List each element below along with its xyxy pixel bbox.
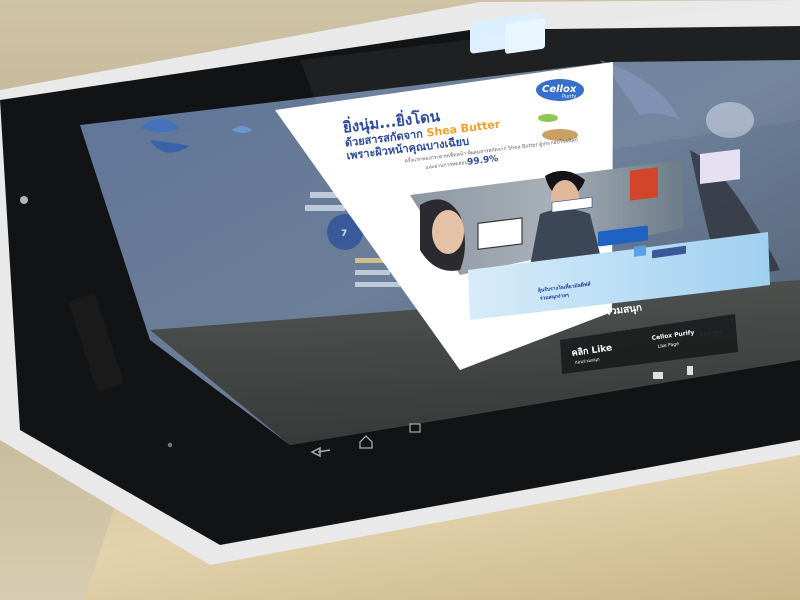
tablet-side-button: [20, 196, 28, 204]
bg-text-line: [310, 192, 338, 198]
tablet-device: 7 Cellox Purify ยิ่งนุ่ม...ยิ่งโดน ด้วยส…: [0, 0, 800, 565]
prize-items: [700, 149, 740, 185]
prize-book: [630, 167, 658, 201]
bg-text-line: [355, 270, 390, 275]
bg-text-line: [305, 205, 345, 211]
person-woman-face: [432, 210, 464, 254]
camera-icon[interactable]: [653, 372, 663, 379]
laptop-screen: [477, 217, 523, 250]
fb-page-avatar: [634, 245, 646, 257]
photo-scene: 7 Cellox Purify ยิ่งนุ่ม...ยิ่งโดน ด้วยส…: [0, 0, 800, 600]
bg-text-line: [355, 282, 400, 287]
number-badge-text: 7: [341, 229, 347, 239]
screenshot-icon[interactable]: [687, 366, 693, 375]
tablet-mic-hole: [167, 442, 173, 448]
